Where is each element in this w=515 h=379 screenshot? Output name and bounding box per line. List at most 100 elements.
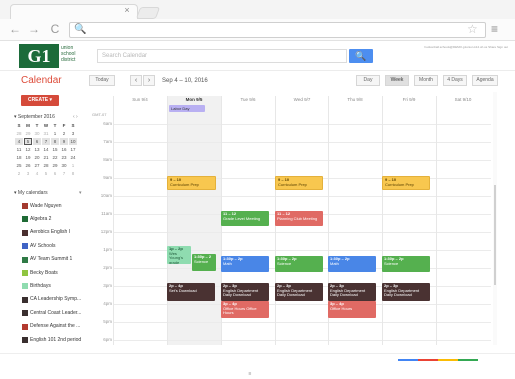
event-english-dept-thu[interactable]: 2p – 3p English Department Daily Downloa… <box>328 283 376 301</box>
calendar-list-item[interactable]: Wade Nguyen <box>30 203 86 210</box>
calendar-list-item[interactable]: Algebra 2 <box>30 216 86 223</box>
address-bar[interactable] <box>69 22 486 38</box>
mini-calendar-day[interactable]: 16 <box>60 146 68 153</box>
calendar-list-item[interactable]: Becky Boats <box>30 270 86 277</box>
event-science-mon[interactable]: 1:30p – 2 Science <box>192 254 216 271</box>
next-week-button[interactable]: › <box>143 75 155 86</box>
event-curriculum-prep-wed[interactable]: 9 – 10 Curriculum Prep <box>275 176 323 190</box>
calendar-color-swatch[interactable] <box>22 270 28 276</box>
grid-scrollbar-thumb[interactable] <box>494 185 496 285</box>
mini-calendar-day[interactable]: 28 <box>15 130 23 137</box>
calendar-list-item[interactable]: English 101 2nd period <box>30 337 86 344</box>
day-header[interactable]: Wed 9/7 <box>275 96 329 104</box>
day-header[interactable]: Tue 9/6 <box>221 96 275 104</box>
tab-close-icon[interactable]: × <box>122 5 132 15</box>
event-office-hours-thu[interactable]: 3p – 4p Office Hours <box>328 301 376 318</box>
mini-calendar-day[interactable]: 17 <box>69 146 77 153</box>
district-logo[interactable]: G1 <box>19 44 59 68</box>
mini-calendar-day[interactable]: 6 <box>33 138 41 145</box>
mini-calendar-day[interactable]: 14 <box>42 146 50 153</box>
mini-calendar-day[interactable]: 8 <box>51 138 59 145</box>
mini-calendar-day[interactable]: 25 <box>15 162 23 169</box>
create-button[interactable]: CREATE ▾ <box>21 95 59 106</box>
browser-tab[interactable] <box>10 4 138 20</box>
browser-menu-icon[interactable]: ≡ <box>491 22 503 37</box>
mini-calendar-day[interactable]: 7 <box>42 138 50 145</box>
mini-calendar-day[interactable]: 29 <box>51 162 59 169</box>
calendar-color-swatch[interactable] <box>22 310 28 317</box>
reload-icon[interactable]: C <box>48 22 62 36</box>
mini-calendar-day[interactable]: 28 <box>42 162 50 169</box>
view-agenda-button[interactable]: Agenda <box>472 75 498 86</box>
mini-calendar-day[interactable]: 6 <box>51 170 59 177</box>
mini-calendar-day[interactable]: 1 <box>69 162 77 169</box>
event-science-fri[interactable]: 1:30p – 2p Science <box>382 256 430 272</box>
calendar-list-item[interactable]: Aerobics English I <box>30 229 86 236</box>
mini-calendar-day[interactable]: 22 <box>51 154 59 161</box>
mini-calendar-arrows[interactable]: ‹ › <box>73 113 87 121</box>
mini-calendar-day[interactable]: 8 <box>69 170 77 177</box>
mini-calendar-day[interactable]: 13 <box>33 146 41 153</box>
calendar-color-swatch[interactable] <box>22 243 28 250</box>
mini-calendar-day[interactable]: 15 <box>51 146 59 153</box>
day-header[interactable]: Fri 9/9 <box>382 96 436 104</box>
mini-calendar-day[interactable]: 7 <box>60 170 68 177</box>
labor-day-event[interactable]: Labor Day <box>169 105 205 112</box>
search-button[interactable]: 🔍 <box>349 49 373 63</box>
calendar-color-swatch[interactable] <box>22 203 28 209</box>
event-science-wed[interactable]: 1:30p – 2p Science <box>275 256 323 272</box>
mini-calendar-day[interactable]: 11 <box>15 146 23 153</box>
event-curriculum-prep-fri[interactable]: 9 – 10 Curriculum Prep <box>382 176 430 190</box>
taskbar-icon[interactable]: ≡ <box>245 371 255 378</box>
my-calendars-menu-icon[interactable]: ▾ <box>79 189 87 197</box>
view-month-button[interactable]: Month <box>414 75 438 86</box>
account-links[interactable]: hudsonhall.schools@DEMO.g1union.k12.oh.u… <box>258 44 508 50</box>
mini-calendar-day[interactable]: 31 <box>42 130 50 137</box>
mini-calendar-day[interactable]: 12 <box>24 146 32 153</box>
mini-calendar-day[interactable]: 27 <box>33 162 41 169</box>
mini-calendar-day[interactable]: 2 <box>60 130 68 137</box>
calendar-list-item[interactable]: Central Coast Leader... <box>30 310 86 317</box>
mini-calendar-day[interactable]: 19 <box>24 154 32 161</box>
event-grade-level-meeting[interactable]: 11 – 12 Grade Level Meeting <box>221 211 269 226</box>
event-planning-club-meeting[interactable]: 11 – 12 Planning Club Meeting <box>275 211 323 226</box>
mini-calendar-day[interactable]: 10 <box>69 138 77 145</box>
calendar-list-item[interactable]: Birthdays <box>30 283 86 290</box>
calendar-color-swatch[interactable] <box>22 283 28 290</box>
mini-calendar-day[interactable]: 1 <box>51 130 59 137</box>
event-english-dept-wed[interactable]: 2p – 3p English Department Daily Downloa… <box>275 283 323 301</box>
mini-calendar-day[interactable]: 30 <box>33 130 41 137</box>
mini-calendar-day[interactable]: 5 <box>24 138 32 145</box>
mini-calendar-day[interactable]: 20 <box>33 154 41 161</box>
event-office-hours-tue[interactable]: 3p – 4p Office Hours Office Hours <box>221 301 269 318</box>
previous-week-button[interactable]: ‹ <box>130 75 142 86</box>
mini-calendar-day[interactable]: 29 <box>24 130 32 137</box>
mini-calendar-day[interactable]: 30 <box>60 162 68 169</box>
day-header[interactable]: Sat 9/10 <box>436 96 490 104</box>
view-week-button[interactable]: Week <box>385 75 409 86</box>
mini-calendar-day[interactable]: 3 <box>69 130 77 137</box>
mini-calendar-day[interactable]: 4 <box>33 170 41 177</box>
day-header[interactable]: Thu 9/8 <box>328 96 382 104</box>
calendar-list-item[interactable]: CA Leadership Symp... <box>30 296 86 303</box>
calendar-color-swatch[interactable] <box>22 323 28 330</box>
calendar-color-swatch[interactable] <box>22 216 28 223</box>
calendar-color-swatch[interactable] <box>22 296 28 303</box>
day-header[interactable]: Sun 9/4 <box>113 96 167 104</box>
mini-calendar-day[interactable]: 5 <box>42 170 50 177</box>
calendar-color-swatch[interactable] <box>22 229 28 236</box>
event-math-tue[interactable]: 1:30p – 2p Math <box>221 256 269 272</box>
mini-calendar-day[interactable]: 24 <box>69 154 77 161</box>
event-download-mon[interactable]: 2p – 4p Set's Download <box>167 283 215 301</box>
event-english-dept-fri[interactable]: 2p – 3p English Department Daily Downloa… <box>382 283 430 301</box>
my-calendars-heading[interactable]: ▾ My calendars <box>14 189 74 197</box>
calendar-list-item[interactable]: AV Team Summit 1 <box>30 256 86 263</box>
forward-icon[interactable]: → <box>27 22 41 36</box>
event-english-dept-tue[interactable]: 2p – 3p English Department Daily Downloa… <box>221 283 269 301</box>
mini-calendar-day[interactable]: 26 <box>24 162 32 169</box>
mini-calendar-day[interactable]: 9 <box>60 138 68 145</box>
calendar-color-swatch[interactable] <box>22 337 28 343</box>
back-icon[interactable]: ← <box>8 22 22 36</box>
calendar-list-item[interactable]: AV Schools <box>30 243 86 250</box>
calendar-search-input[interactable]: Search Calendar <box>97 49 347 63</box>
